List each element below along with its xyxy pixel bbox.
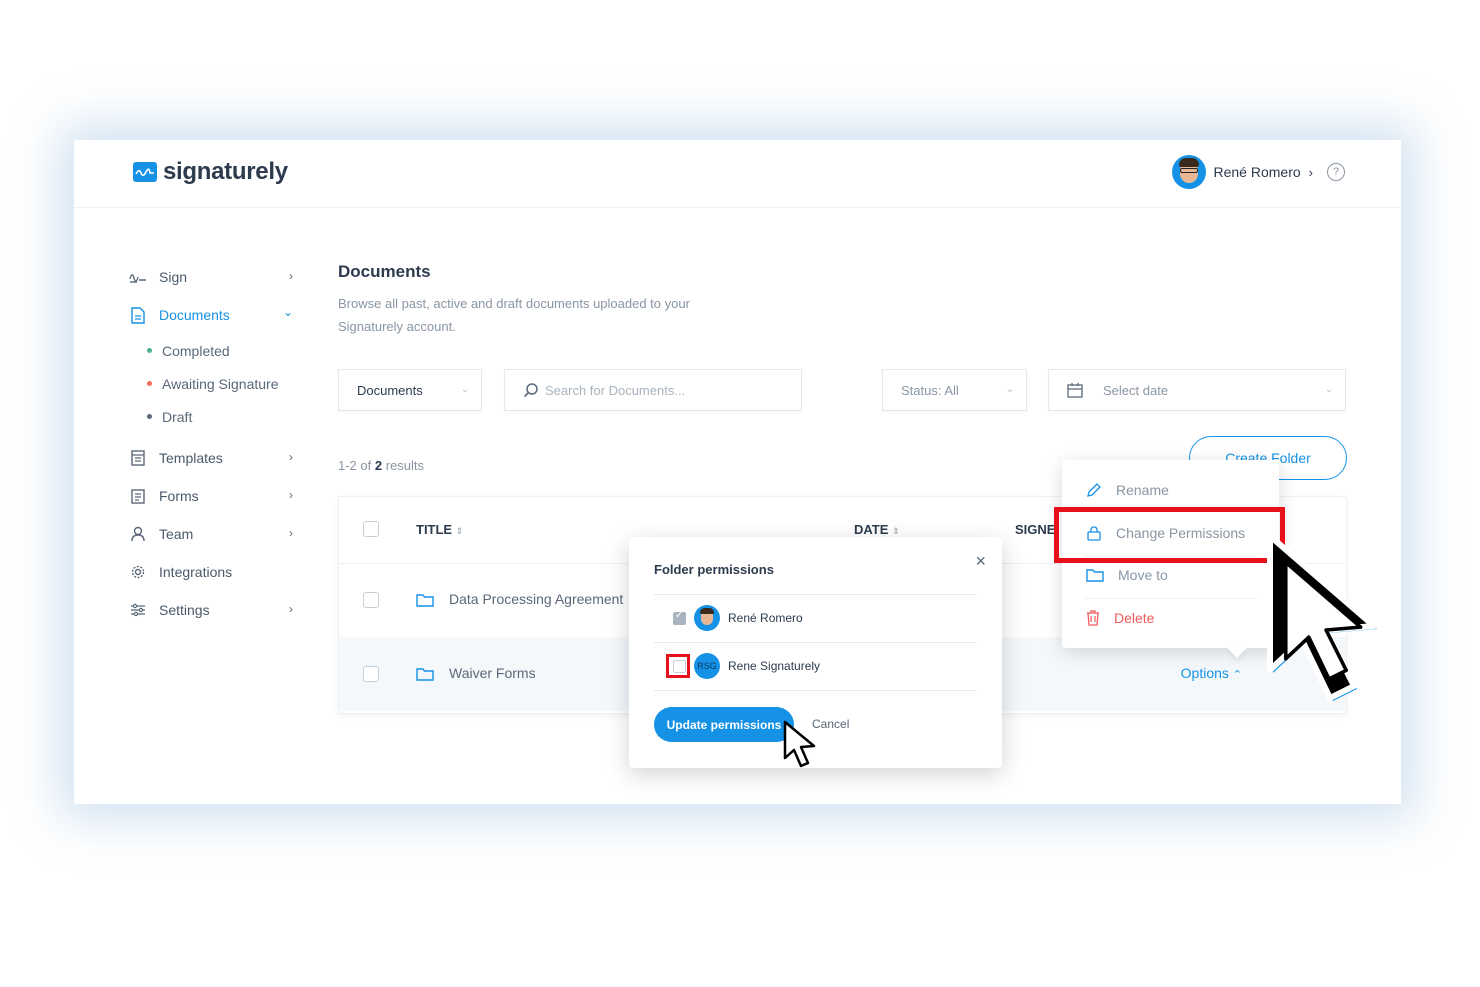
chevron-right-icon: › bbox=[289, 269, 293, 283]
document-type-select[interactable]: Documents ⌄ bbox=[338, 369, 482, 411]
row-checkbox[interactable] bbox=[363, 666, 379, 682]
main-content: Documents Browse all past, active and dr… bbox=[338, 258, 1347, 714]
cursor-icon bbox=[1267, 533, 1377, 701]
move-to-menu-item[interactable]: Move to bbox=[1086, 560, 1168, 590]
chevron-up-icon: ⌃ bbox=[1232, 669, 1242, 681]
column-date[interactable]: DATE ⇕ bbox=[854, 522, 900, 537]
sidebar-item-label: Sign bbox=[159, 269, 188, 285]
calendar-icon bbox=[1067, 383, 1083, 398]
results-count: 1-2 of 2 results bbox=[338, 458, 425, 473]
row-title[interactable]: Waiver Forms bbox=[449, 665, 536, 681]
document-icon bbox=[129, 306, 147, 324]
rename-menu-item[interactable]: Rename bbox=[1086, 475, 1169, 505]
chevron-right-icon: › bbox=[289, 526, 293, 540]
avatar: RSG bbox=[694, 653, 720, 679]
chevron-right-icon: › bbox=[289, 602, 293, 616]
chevron-down-icon: ⌄ bbox=[460, 384, 469, 395]
select-value: Documents bbox=[357, 382, 423, 398]
chevron-down-icon: ⌄ bbox=[282, 305, 293, 319]
modal-divider bbox=[654, 690, 977, 691]
sidebar-item-label: Draft bbox=[162, 408, 193, 425]
sort-icon: ⇕ bbox=[455, 526, 464, 536]
select-all-checkbox[interactable] bbox=[363, 521, 379, 537]
sidebar-item-label: Forms bbox=[159, 488, 199, 504]
sidebar-item-documents[interactable]: Documents ⌄ bbox=[129, 296, 299, 334]
update-permissions-button[interactable]: Update permissions bbox=[654, 707, 794, 742]
modal-title: Folder permissions bbox=[654, 562, 774, 577]
menu-divider bbox=[1084, 598, 1257, 599]
permission-user-name: Rene Signaturely bbox=[728, 659, 821, 673]
search-input[interactable]: Search for Documents... bbox=[504, 369, 802, 411]
sidebar-subitem-completed[interactable]: Completed bbox=[129, 334, 299, 367]
folder-icon bbox=[416, 668, 434, 681]
row-checkbox[interactable] bbox=[363, 592, 379, 608]
cursor-icon bbox=[783, 720, 816, 768]
sidebar-subitem-awaiting-signature[interactable]: Awaiting Signature bbox=[129, 367, 299, 400]
sidebar-item-integrations[interactable]: Integrations bbox=[129, 553, 299, 591]
search-placeholder: Search for Documents... bbox=[545, 382, 686, 398]
sidebar-item-label: Awaiting Signature bbox=[162, 375, 279, 392]
options-button[interactable]: Options ⌃ bbox=[1181, 665, 1242, 681]
user-menu[interactable]: René Romero › ? bbox=[1171, 155, 1345, 189]
status-dot bbox=[147, 414, 152, 419]
logo-icon bbox=[133, 162, 157, 182]
form-icon bbox=[129, 487, 147, 505]
page-description: Browse all past, active and draft docume… bbox=[338, 296, 690, 334]
chevron-down-icon: ⌄ bbox=[1324, 384, 1333, 395]
column-signers[interactable]: SIGNE bbox=[1015, 522, 1055, 537]
sliders-icon bbox=[129, 601, 147, 619]
status-dot bbox=[147, 348, 152, 353]
permission-user-name: René Romero bbox=[728, 611, 803, 625]
trash-icon bbox=[1087, 610, 1099, 626]
sidebar-item-label: Team bbox=[159, 526, 194, 542]
sidebar-item-label: Integrations bbox=[159, 564, 233, 580]
delete-menu-item[interactable]: Delete bbox=[1086, 603, 1154, 633]
user-avatar bbox=[1171, 155, 1206, 189]
chevron-right-icon: › bbox=[289, 488, 293, 502]
template-icon bbox=[129, 449, 147, 467]
help-icon[interactable]: ? bbox=[1327, 163, 1345, 181]
user-icon bbox=[129, 525, 147, 543]
top-bar: signaturely René Romero › ? bbox=[74, 140, 1401, 208]
sidebar-item-sign[interactable]: Sign › bbox=[129, 258, 299, 296]
chevron-down-icon: ⌄ bbox=[1005, 384, 1014, 395]
pencil-icon bbox=[1087, 483, 1101, 497]
sidebar-item-label: Settings bbox=[159, 602, 210, 618]
gear-icon bbox=[129, 563, 147, 581]
sidebar-item-forms[interactable]: Forms › bbox=[129, 477, 299, 515]
app-name: signaturely bbox=[163, 158, 288, 185]
sidebar-item-team[interactable]: Team › bbox=[129, 515, 299, 553]
avatar bbox=[694, 605, 720, 631]
search-icon bbox=[523, 383, 538, 398]
permission-row[interactable]: RSG Rene Signaturely bbox=[654, 643, 977, 689]
column-title[interactable]: TITLE ⇕ bbox=[416, 522, 463, 537]
chevron-right-icon: › bbox=[1308, 164, 1313, 180]
status-select[interactable]: Status: All ⌄ bbox=[882, 369, 1027, 411]
user-name: René Romero bbox=[1213, 164, 1301, 180]
chevron-right-icon: › bbox=[289, 450, 293, 464]
close-icon[interactable]: × bbox=[975, 551, 986, 572]
permission-checkbox[interactable] bbox=[673, 610, 686, 625]
sort-icon: ⇕ bbox=[892, 526, 900, 536]
app-logo[interactable]: signaturely bbox=[133, 158, 288, 186]
page-title: Documents bbox=[338, 262, 431, 281]
sidebar-item-templates[interactable]: Templates › bbox=[129, 439, 299, 477]
permission-row[interactable]: René Romero bbox=[654, 595, 977, 641]
select-value: Status: All bbox=[901, 382, 959, 398]
sidebar: Sign › Documents ⌄ Completed Awaiting Si… bbox=[129, 258, 299, 629]
checkbox-highlight-box bbox=[666, 654, 690, 678]
status-dot bbox=[147, 381, 152, 386]
row-title[interactable]: Data Processing Agreement bbox=[449, 591, 623, 607]
select-value: Select date bbox=[1103, 382, 1169, 398]
date-select[interactable]: Select date ⌄ bbox=[1048, 369, 1346, 411]
sidebar-item-label: Templates bbox=[159, 450, 223, 466]
signature-icon bbox=[129, 268, 147, 286]
sidebar-item-label: Documents bbox=[159, 307, 230, 323]
folder-icon bbox=[1086, 569, 1104, 582]
sidebar-item-settings[interactable]: Settings › bbox=[129, 591, 299, 629]
sidebar-item-label: Completed bbox=[162, 342, 230, 359]
sidebar-subitem-draft[interactable]: Draft bbox=[129, 400, 299, 433]
highlight-box bbox=[1054, 507, 1285, 563]
folder-icon bbox=[416, 594, 434, 607]
